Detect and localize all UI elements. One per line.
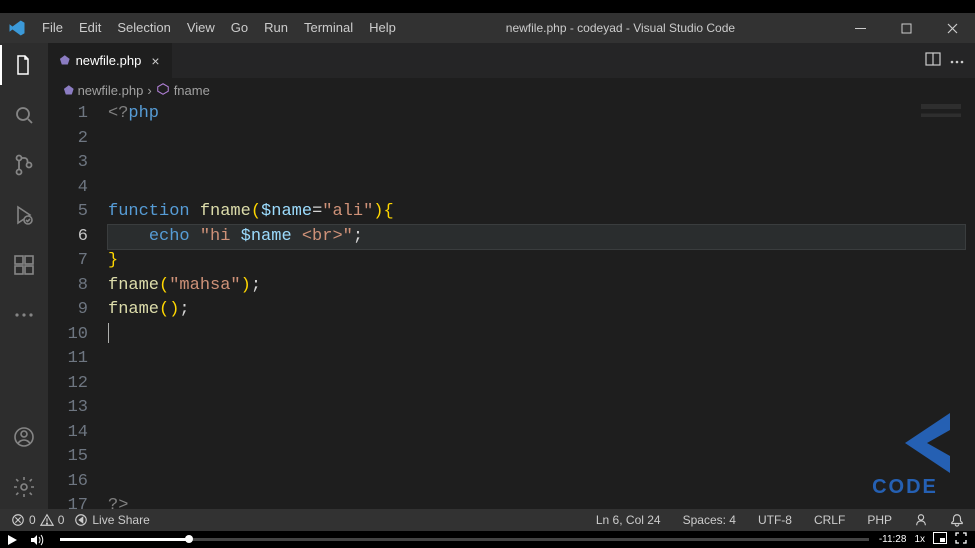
- code-line[interactable]: [108, 127, 965, 152]
- php-file-icon: ⬟: [60, 54, 70, 67]
- php-file-icon: ⬟: [64, 84, 74, 97]
- text-cursor: [108, 323, 109, 343]
- more-actions-icon[interactable]: [949, 53, 965, 68]
- status-live-share[interactable]: Live Share: [71, 513, 152, 527]
- menu-help[interactable]: Help: [361, 13, 404, 43]
- tab-label: newfile.php: [76, 53, 142, 68]
- menu-go[interactable]: Go: [223, 13, 256, 43]
- tab-newfile-php[interactable]: ⬟ newfile.php ×: [48, 43, 173, 78]
- line-number: 17: [48, 494, 88, 509]
- code-line[interactable]: [108, 470, 965, 495]
- vertical-scrollbar[interactable]: [961, 102, 975, 509]
- status-language[interactable]: PHP: [864, 513, 895, 527]
- breadcrumb-file: newfile.php: [78, 83, 144, 98]
- status-problems[interactable]: 0 0: [8, 513, 67, 527]
- line-number: 5: [48, 200, 88, 225]
- settings-gear-icon[interactable]: [0, 471, 48, 503]
- code-line[interactable]: fname();: [108, 298, 965, 323]
- minimize-button[interactable]: [837, 13, 883, 43]
- line-number: 9: [48, 298, 88, 323]
- accounts-icon[interactable]: [0, 421, 48, 453]
- maximize-button[interactable]: [883, 13, 929, 43]
- split-editor-icon[interactable]: [925, 51, 941, 70]
- line-number: 16: [48, 470, 88, 495]
- vscode-logo-icon: [0, 19, 34, 37]
- play-button[interactable]: [0, 534, 24, 546]
- status-eol[interactable]: CRLF: [811, 513, 848, 527]
- menu-run[interactable]: Run: [256, 13, 296, 43]
- line-number: 4: [48, 176, 88, 201]
- playback-speed[interactable]: 1x: [914, 534, 925, 545]
- code-line[interactable]: [108, 347, 965, 372]
- code-line[interactable]: }: [108, 249, 965, 274]
- line-number: 1: [48, 102, 88, 127]
- status-indentation[interactable]: Spaces: 4: [680, 513, 739, 527]
- fullscreen-icon[interactable]: [955, 532, 967, 547]
- activity-bar: [0, 43, 48, 509]
- code-line[interactable]: [108, 176, 965, 201]
- extensions-icon[interactable]: [0, 249, 48, 281]
- run-debug-icon[interactable]: [0, 199, 48, 231]
- line-number: 6: [48, 225, 88, 250]
- chevron-right-icon: ›: [147, 83, 151, 98]
- line-number-gutter: 1234567891011121314151617: [48, 102, 108, 509]
- line-number: 7: [48, 249, 88, 274]
- video-player-bar: -11:28 1x: [0, 531, 975, 548]
- line-number: 10: [48, 323, 88, 348]
- line-number: 8: [48, 274, 88, 299]
- code-line[interactable]: function fname($name="ali"){: [108, 200, 965, 225]
- search-icon[interactable]: [0, 99, 48, 131]
- time-remaining: -11:28: [879, 534, 907, 545]
- volume-icon[interactable]: [24, 534, 50, 546]
- line-number: 14: [48, 421, 88, 446]
- progress-bar[interactable]: [60, 538, 869, 541]
- window-title: newfile.php - codeyad - Visual Studio Co…: [404, 21, 837, 35]
- line-number: 15: [48, 445, 88, 470]
- line-number: 3: [48, 151, 88, 176]
- source-control-icon[interactable]: [0, 149, 48, 181]
- status-encoding[interactable]: UTF-8: [755, 513, 795, 527]
- breadcrumb-symbol: fname: [174, 83, 210, 98]
- status-feedback-icon[interactable]: [911, 513, 931, 527]
- title-bar: FileEditSelectionViewGoRunTerminalHelp n…: [0, 13, 975, 43]
- code-line[interactable]: [108, 396, 965, 421]
- tab-close-icon[interactable]: ×: [147, 53, 163, 69]
- tab-bar: ⬟ newfile.php ×: [48, 43, 975, 78]
- window-controls: [837, 13, 975, 43]
- menu-view[interactable]: View: [179, 13, 223, 43]
- code-editor[interactable]: 1234567891011121314151617 <?phpfunction …: [48, 102, 975, 509]
- status-notifications-icon[interactable]: [947, 513, 967, 527]
- explorer-icon[interactable]: [0, 49, 48, 81]
- code-line[interactable]: echo "hi $name <br>";: [108, 225, 965, 250]
- line-number: 12: [48, 372, 88, 397]
- code-line[interactable]: [108, 445, 965, 470]
- code-line[interactable]: <?php: [108, 102, 965, 127]
- line-number: 11: [48, 347, 88, 372]
- code-line[interactable]: [108, 421, 965, 446]
- code-line[interactable]: fname("mahsa");: [108, 274, 965, 299]
- symbol-method-icon: [156, 82, 170, 99]
- code-content[interactable]: <?php function fname($name="ali"){ echo "…: [108, 102, 975, 509]
- pip-icon[interactable]: [933, 532, 947, 547]
- close-button[interactable]: [929, 13, 975, 43]
- menu-terminal[interactable]: Terminal: [296, 13, 361, 43]
- status-cursor-position[interactable]: Ln 6, Col 24: [593, 513, 664, 527]
- code-line[interactable]: [108, 372, 965, 397]
- breadcrumb[interactable]: ⬟ newfile.php › fname: [48, 78, 975, 102]
- line-number: 13: [48, 396, 88, 421]
- code-line[interactable]: [108, 323, 965, 348]
- vscode-window: FileEditSelectionViewGoRunTerminalHelp n…: [0, 13, 975, 531]
- menu-file[interactable]: File: [34, 13, 71, 43]
- more-icon[interactable]: [0, 299, 48, 331]
- code-line[interactable]: ?>: [108, 494, 965, 509]
- status-bar: 0 0 Live Share Ln 6, Col 24 Spaces: 4 UT…: [0, 509, 975, 531]
- menu-bar: FileEditSelectionViewGoRunTerminalHelp: [34, 13, 404, 43]
- minimap[interactable]: [921, 104, 961, 128]
- menu-selection[interactable]: Selection: [109, 13, 178, 43]
- line-number: 2: [48, 127, 88, 152]
- editor-area: ⬟ newfile.php × ⬟ newfile.php ›: [48, 43, 975, 509]
- code-line[interactable]: [108, 151, 965, 176]
- menu-edit[interactable]: Edit: [71, 13, 109, 43]
